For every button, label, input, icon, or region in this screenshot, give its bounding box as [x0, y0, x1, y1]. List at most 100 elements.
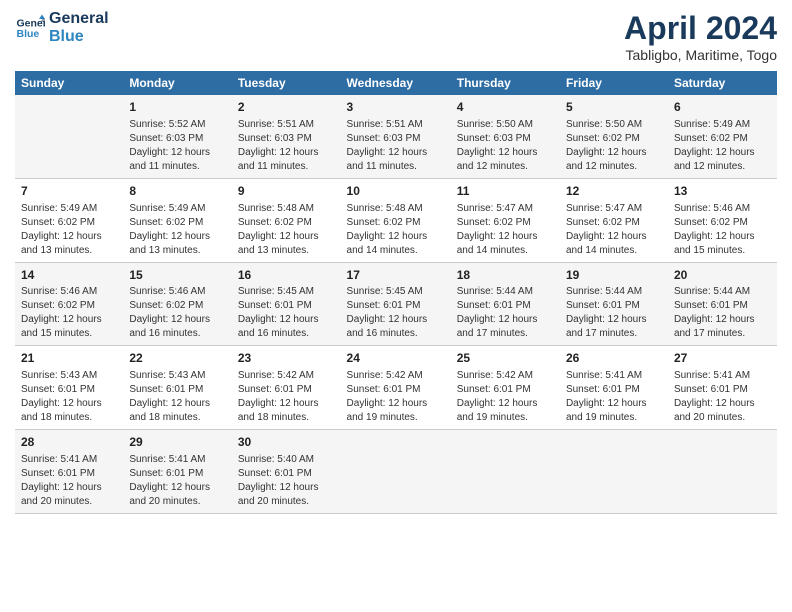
- day-number: 5: [566, 99, 662, 116]
- week-row-2: 14Sunrise: 5:46 AM Sunset: 6:02 PM Dayli…: [15, 262, 777, 346]
- day-info: Sunrise: 5:46 AM Sunset: 6:02 PM Dayligh…: [674, 202, 771, 258]
- cell-w3-d3: 24 Sunrise: 5:42 AM Sunset: 6:01 PM Dayli…: [341, 346, 451, 430]
- cell-w2-d2: 16Sunrise: 5:45 AM Sunset: 6:01 PM Dayli…: [232, 262, 341, 346]
- day-number: 30: [238, 434, 335, 451]
- day-number: 20: [674, 267, 771, 284]
- day-info: Sunrise: 5:51 AM Sunset: 6:03 PM Dayligh…: [347, 118, 445, 174]
- cell-w1-d6: 13 Sunrise: 5:46 AM Sunset: 6:02 PM Dayli…: [668, 178, 777, 262]
- cell-w4-d5: [560, 430, 668, 514]
- day-info: Sunrise: 5:41 AM Sunset: 6:01 PM Dayligh…: [674, 369, 771, 425]
- col-header-friday: Friday: [560, 71, 668, 95]
- day-number: 22: [129, 350, 226, 367]
- cell-w4-d1: 29Sunrise: 5:41 AM Sunset: 6:01 PM Dayli…: [123, 430, 232, 514]
- cell-w2-d0: 14Sunrise: 5:46 AM Sunset: 6:02 PM Dayli…: [15, 262, 123, 346]
- day-info: Sunrise: 5:50 AM Sunset: 6:02 PM Dayligh…: [566, 118, 662, 174]
- cell-w4-d3: [341, 430, 451, 514]
- day-info: Sunrise: 5:42 AM Sunset: 6:01 PM Dayligh…: [238, 369, 335, 425]
- cell-w3-d2: 23 Sunrise: 5:42 AM Sunset: 6:01 PM Dayli…: [232, 346, 341, 430]
- day-number: 19: [566, 267, 662, 284]
- day-number: 18: [457, 267, 554, 284]
- cell-w0-d6: 6 Sunrise: 5:49 AM Sunset: 6:02 PM Daylig…: [668, 95, 777, 178]
- day-info: Sunrise: 5:48 AM Sunset: 6:02 PM Dayligh…: [238, 202, 335, 258]
- day-info: Sunrise: 5:46 AM Sunset: 6:02 PM Dayligh…: [21, 285, 117, 341]
- logo-general: General: [49, 10, 109, 28]
- day-info: Sunrise: 5:51 AM Sunset: 6:03 PM Dayligh…: [238, 118, 335, 174]
- day-info: Sunrise: 5:40 AM Sunset: 6:01 PM Dayligh…: [238, 453, 335, 509]
- month-title: April 2024: [624, 10, 777, 47]
- day-number: 15: [129, 267, 226, 284]
- day-number: 2: [238, 99, 335, 116]
- cell-w4-d0: 28 Sunrise: 5:41 AM Sunset: 6:01 PM Dayli…: [15, 430, 123, 514]
- day-number: 9: [238, 183, 335, 200]
- cell-w1-d5: 12Sunrise: 5:47 AM Sunset: 6:02 PM Dayli…: [560, 178, 668, 262]
- cell-w2-d4: 18Sunrise: 5:44 AM Sunset: 6:01 PM Dayli…: [451, 262, 560, 346]
- day-info: Sunrise: 5:52 AM Sunset: 6:03 PM Dayligh…: [129, 118, 226, 174]
- svg-text:Blue: Blue: [17, 28, 40, 40]
- title-block: April 2024 Tabligbo, Maritime, Togo: [624, 10, 777, 63]
- logo-icon: General Blue: [15, 13, 45, 43]
- day-info: Sunrise: 5:47 AM Sunset: 6:02 PM Dayligh…: [457, 202, 554, 258]
- week-row-4: 28 Sunrise: 5:41 AM Sunset: 6:01 PM Dayli…: [15, 430, 777, 514]
- day-number: 8: [129, 183, 226, 200]
- day-info: Sunrise: 5:45 AM Sunset: 6:01 PM Dayligh…: [238, 285, 335, 341]
- day-info: Sunrise: 5:49 AM Sunset: 6:02 PM Dayligh…: [674, 118, 771, 174]
- day-info: Sunrise: 5:45 AM Sunset: 6:01 PM Dayligh…: [347, 285, 445, 341]
- day-number: 16: [238, 267, 335, 284]
- day-info: Sunrise: 5:43 AM Sunset: 6:01 PM Dayligh…: [129, 369, 226, 425]
- day-number: 23: [238, 350, 335, 367]
- day-info: Sunrise: 5:44 AM Sunset: 6:01 PM Dayligh…: [566, 285, 662, 341]
- cell-w4-d2: 30 Sunrise: 5:40 AM Sunset: 6:01 PM Dayli…: [232, 430, 341, 514]
- week-row-1: 7 Sunrise: 5:49 AM Sunset: 6:02 PM Daylig…: [15, 178, 777, 262]
- cell-w1-d3: 10 Sunrise: 5:48 AM Sunset: 6:02 PM Dayli…: [341, 178, 451, 262]
- day-number: 12: [566, 183, 662, 200]
- day-info: Sunrise: 5:42 AM Sunset: 6:01 PM Dayligh…: [347, 369, 445, 425]
- cell-w1-d2: 9 Sunrise: 5:48 AM Sunset: 6:02 PM Daylig…: [232, 178, 341, 262]
- day-info: Sunrise: 5:43 AM Sunset: 6:01 PM Dayligh…: [21, 369, 117, 425]
- day-number: 3: [347, 99, 445, 116]
- col-header-monday: Monday: [123, 71, 232, 95]
- day-number: 21: [21, 350, 117, 367]
- cell-w4-d6: [668, 430, 777, 514]
- week-row-0: 1 Sunrise: 5:52 AM Sunset: 6:03 PM Daylig…: [15, 95, 777, 178]
- day-info: Sunrise: 5:46 AM Sunset: 6:02 PM Dayligh…: [129, 285, 226, 341]
- day-info: Sunrise: 5:49 AM Sunset: 6:02 PM Dayligh…: [129, 202, 226, 258]
- day-number: 27: [674, 350, 771, 367]
- cell-w3-d1: 22 Sunrise: 5:43 AM Sunset: 6:01 PM Dayli…: [123, 346, 232, 430]
- col-header-tuesday: Tuesday: [232, 71, 341, 95]
- cell-w2-d5: 19Sunrise: 5:44 AM Sunset: 6:01 PM Dayli…: [560, 262, 668, 346]
- day-number: 25: [457, 350, 554, 367]
- day-number: 11: [457, 183, 554, 200]
- calendar-header-row: SundayMondayTuesdayWednesdayThursdayFrid…: [15, 71, 777, 95]
- col-header-wednesday: Wednesday: [341, 71, 451, 95]
- cell-w0-d5: 5 Sunrise: 5:50 AM Sunset: 6:02 PM Daylig…: [560, 95, 668, 178]
- cell-w1-d1: 8 Sunrise: 5:49 AM Sunset: 6:02 PM Daylig…: [123, 178, 232, 262]
- cell-w1-d0: 7Sunrise: 5:49 AM Sunset: 6:02 PM Daylig…: [15, 178, 123, 262]
- day-info: Sunrise: 5:48 AM Sunset: 6:02 PM Dayligh…: [347, 202, 445, 258]
- logo-blue: Blue: [49, 28, 109, 46]
- day-number: 24: [347, 350, 445, 367]
- day-info: Sunrise: 5:42 AM Sunset: 6:01 PM Dayligh…: [457, 369, 554, 425]
- day-number: 28: [21, 434, 117, 451]
- cell-w3-d5: 26Sunrise: 5:41 AM Sunset: 6:01 PM Dayli…: [560, 346, 668, 430]
- col-header-saturday: Saturday: [668, 71, 777, 95]
- day-number: 17: [347, 267, 445, 284]
- cell-w0-d3: 3 Sunrise: 5:51 AM Sunset: 6:03 PM Daylig…: [341, 95, 451, 178]
- day-info: Sunrise: 5:44 AM Sunset: 6:01 PM Dayligh…: [674, 285, 771, 341]
- day-number: 7: [21, 183, 117, 200]
- day-number: 13: [674, 183, 771, 200]
- day-info: Sunrise: 5:44 AM Sunset: 6:01 PM Dayligh…: [457, 285, 554, 341]
- col-header-thursday: Thursday: [451, 71, 560, 95]
- day-number: 29: [129, 434, 226, 451]
- day-number: 10: [347, 183, 445, 200]
- cell-w3-d0: 21 Sunrise: 5:43 AM Sunset: 6:01 PM Dayli…: [15, 346, 123, 430]
- cell-w4-d4: [451, 430, 560, 514]
- cell-w3-d4: 25 Sunrise: 5:42 AM Sunset: 6:01 PM Dayli…: [451, 346, 560, 430]
- day-number: 6: [674, 99, 771, 116]
- cell-w0-d1: 1 Sunrise: 5:52 AM Sunset: 6:03 PM Daylig…: [123, 95, 232, 178]
- week-row-3: 21 Sunrise: 5:43 AM Sunset: 6:01 PM Dayli…: [15, 346, 777, 430]
- cell-w2-d1: 15Sunrise: 5:46 AM Sunset: 6:02 PM Dayli…: [123, 262, 232, 346]
- day-number: 14: [21, 267, 117, 284]
- cell-w2-d6: 20Sunrise: 5:44 AM Sunset: 6:01 PM Dayli…: [668, 262, 777, 346]
- day-number: 1: [129, 99, 226, 116]
- day-info: Sunrise: 5:41 AM Sunset: 6:01 PM Dayligh…: [21, 453, 117, 509]
